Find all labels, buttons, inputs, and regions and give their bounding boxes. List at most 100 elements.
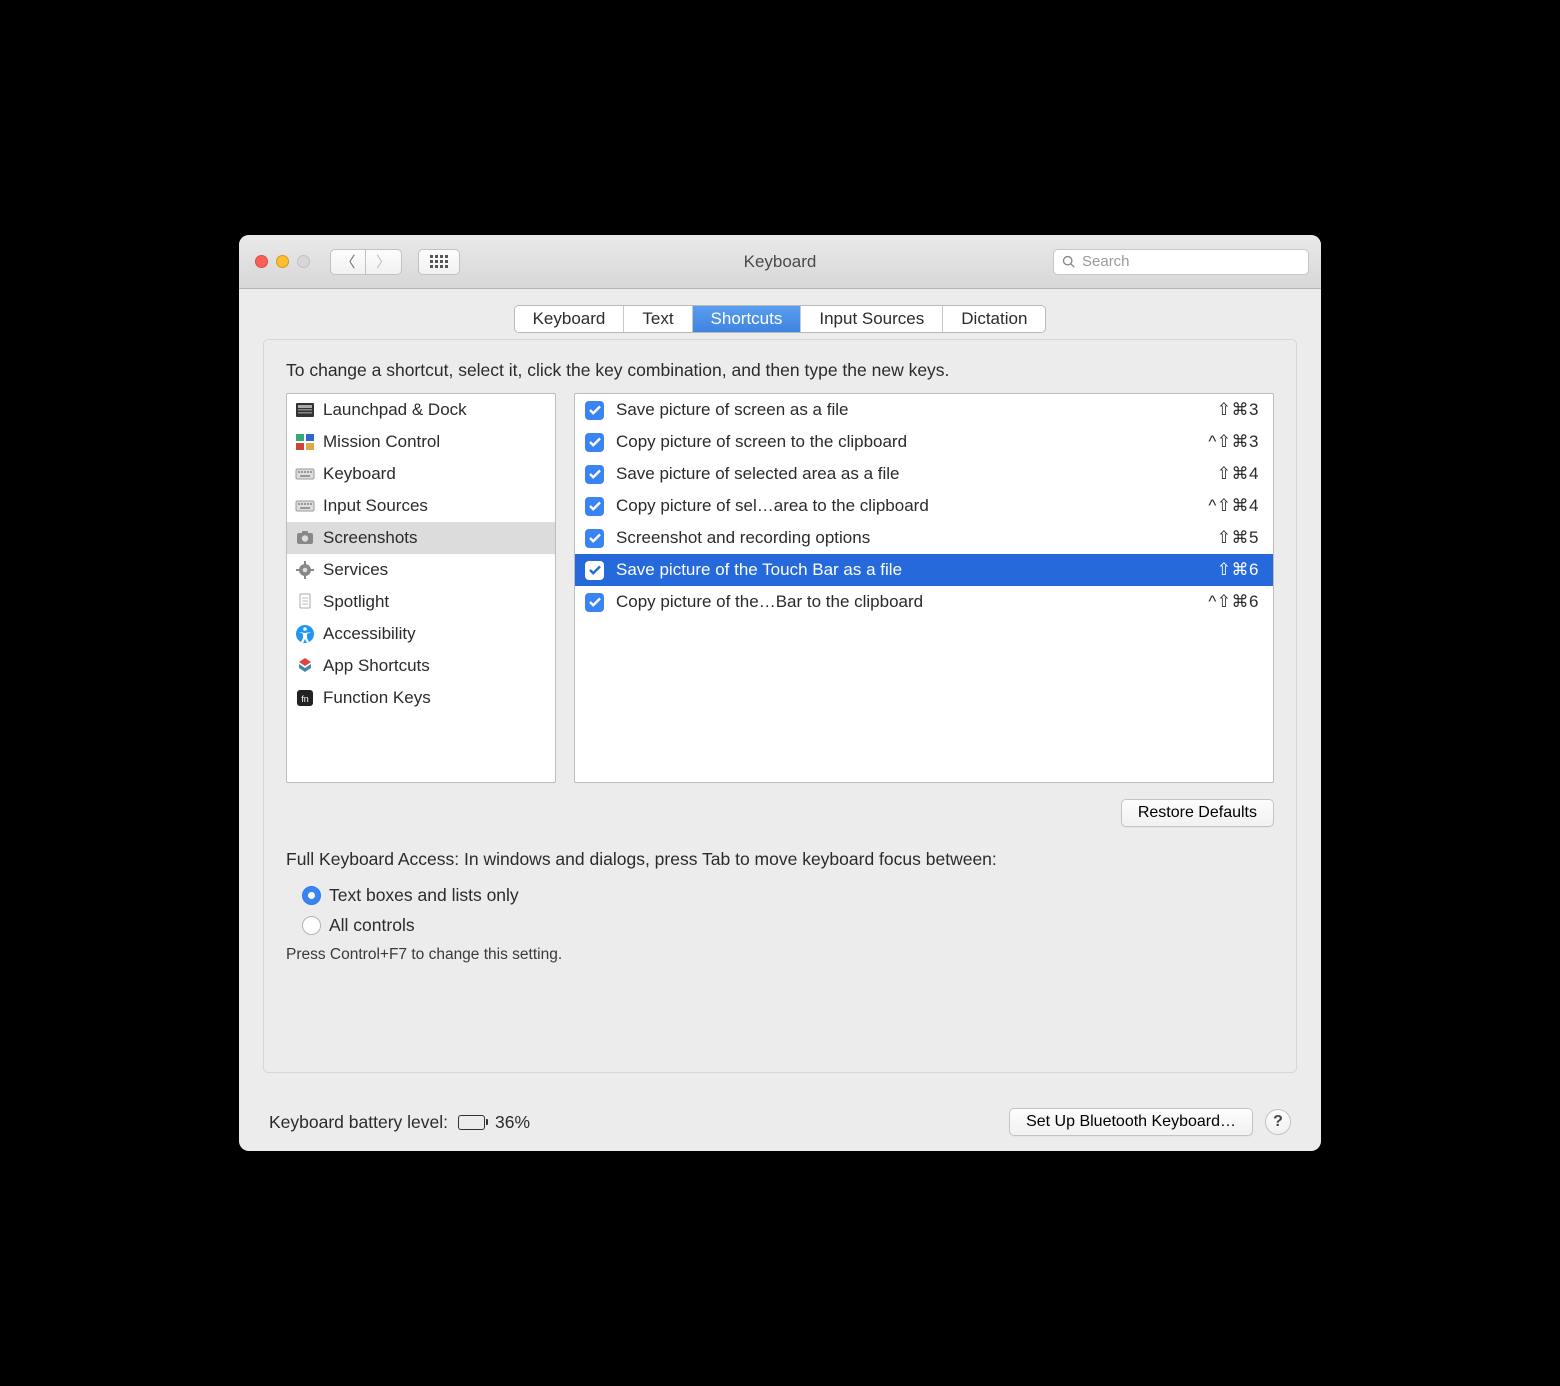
gear-icon [295, 560, 315, 580]
shortcut-label: Screenshot and recording options [616, 528, 1205, 548]
radio-button[interactable] [302, 916, 321, 935]
category-label: Input Sources [323, 496, 428, 516]
full-keyboard-access-text: Full Keyboard Access: In windows and dia… [286, 849, 1274, 870]
radio-button[interactable] [302, 886, 321, 905]
category-label: Spotlight [323, 592, 389, 612]
fka-note: Press Control+F7 to change this setting. [286, 946, 1274, 964]
checkbox[interactable] [585, 561, 604, 580]
shortcut-label: Copy picture of sel…area to the clipboar… [616, 496, 1196, 516]
camera-icon [295, 528, 315, 548]
fn-icon: fn [295, 688, 315, 708]
checkbox[interactable] [585, 529, 604, 548]
bluetooth-keyboard-button[interactable]: Set Up Bluetooth Keyboard… [1009, 1108, 1253, 1136]
radio-label: Text boxes and lists only [329, 885, 519, 906]
forward-button[interactable]: 〉 [366, 249, 402, 275]
zoom-button[interactable] [297, 255, 310, 268]
checkbox[interactable] [585, 433, 604, 452]
content-panel: To change a shortcut, select it, click t… [263, 339, 1297, 1073]
window: 〈 〉 Keyboard KeyboardTextShortcutsInput … [239, 235, 1321, 1151]
split-view: Launchpad & DockMission Control Keyboard I… [286, 393, 1274, 783]
footer: Keyboard battery level: 36% Set Up Bluet… [269, 1093, 1291, 1151]
tab-input-sources[interactable]: Input Sources [801, 306, 943, 332]
shortcut-row[interactable]: Save picture of screen as a file ⇧⌘3 [575, 394, 1273, 426]
category-spotlight[interactable]: Spotlight [287, 586, 555, 618]
shortcut-list[interactable]: Save picture of screen as a file ⇧⌘3 Copy … [574, 393, 1274, 783]
category-function-keys[interactable]: fn Function Keys [287, 682, 555, 714]
shortcut-label: Save picture of the Touch Bar as a file [616, 560, 1205, 580]
close-button[interactable] [255, 255, 268, 268]
tab-text[interactable]: Text [624, 306, 692, 332]
category-keyboard[interactable]: Keyboard [287, 458, 555, 490]
category-label: Keyboard [323, 464, 396, 484]
shortcut-row[interactable]: Copy picture of the…Bar to the clipboard… [575, 586, 1273, 618]
battery-icon [458, 1115, 485, 1130]
svg-text:fn: fn [301, 694, 309, 704]
category-services[interactable]: Services [287, 554, 555, 586]
app-icon [295, 656, 315, 676]
radio-option[interactable]: All controls [302, 910, 1274, 940]
shortcut-label: Save picture of screen as a file [616, 400, 1205, 420]
spotlight-icon [295, 592, 315, 612]
category-launchpad-dock[interactable]: Launchpad & Dock [287, 394, 555, 426]
shortcut-keys[interactable]: ⇧⌘5 [1217, 528, 1259, 548]
tab-keyboard[interactable]: Keyboard [515, 306, 625, 332]
battery-label: Keyboard battery level: [269, 1112, 448, 1133]
show-all-button[interactable] [418, 249, 460, 275]
category-input-sources[interactable]: Input Sources [287, 490, 555, 522]
radio-option[interactable]: Text boxes and lists only [302, 880, 1274, 910]
category-label: Function Keys [323, 688, 431, 708]
restore-defaults-button[interactable]: Restore Defaults [1121, 799, 1274, 827]
category-mission-control[interactable]: Mission Control [287, 426, 555, 458]
shortcut-keys[interactable]: ⇧⌘4 [1217, 464, 1259, 484]
shortcut-row[interactable]: Save picture of selected area as a file ⇧… [575, 458, 1273, 490]
keyboard-icon [295, 496, 315, 516]
search-field[interactable] [1053, 249, 1309, 275]
tab-dictation[interactable]: Dictation [943, 306, 1045, 332]
category-screenshots[interactable]: Screenshots [287, 522, 555, 554]
tabs: KeyboardTextShortcutsInput SourcesDictat… [514, 305, 1047, 333]
keyboard-icon [295, 464, 315, 484]
minimize-button[interactable] [276, 255, 289, 268]
back-button[interactable]: 〈 [330, 249, 366, 275]
checkbox[interactable] [585, 593, 604, 612]
checkbox[interactable] [585, 465, 604, 484]
mission-icon [295, 432, 315, 452]
search-input[interactable] [1082, 253, 1300, 270]
restore-row: Restore Defaults [286, 799, 1274, 827]
category-label: App Shortcuts [323, 656, 430, 676]
category-list[interactable]: Launchpad & DockMission Control Keyboard I… [286, 393, 556, 783]
checkbox[interactable] [585, 401, 604, 420]
shortcut-label: Save picture of selected area as a file [616, 464, 1205, 484]
window-controls [251, 255, 310, 268]
shortcut-keys[interactable]: ⇧⌘6 [1217, 560, 1259, 580]
instruction-text: To change a shortcut, select it, click t… [286, 360, 1274, 381]
shortcut-keys[interactable]: ⇧⌘3 [1217, 400, 1259, 420]
shortcut-row[interactable]: Copy picture of sel…area to the clipboar… [575, 490, 1273, 522]
tab-shortcuts[interactable]: Shortcuts [693, 306, 802, 332]
grid-icon [430, 255, 448, 268]
shortcut-row[interactable]: Save picture of the Touch Bar as a file ⇧… [575, 554, 1273, 586]
help-button[interactable]: ? [1265, 1109, 1291, 1135]
tabs-row: KeyboardTextShortcutsInput SourcesDictat… [239, 289, 1321, 333]
battery-percent: 36% [495, 1112, 530, 1133]
radio-label: All controls [329, 915, 415, 936]
category-app-shortcuts[interactable]: App Shortcuts [287, 650, 555, 682]
shortcut-row[interactable]: Copy picture of screen to the clipboard^… [575, 426, 1273, 458]
category-accessibility[interactable]: Accessibility [287, 618, 555, 650]
nav-buttons: 〈 〉 [330, 249, 402, 275]
chevron-right-icon: 〉 [376, 251, 391, 272]
shortcut-keys[interactable]: ^⇧⌘3 [1208, 432, 1259, 452]
shortcut-label: Copy picture of the…Bar to the clipboard [616, 592, 1196, 612]
shortcut-keys[interactable]: ^⇧⌘6 [1208, 592, 1259, 612]
category-label: Screenshots [323, 528, 418, 548]
shortcut-keys[interactable]: ^⇧⌘4 [1208, 496, 1259, 516]
battery-status: Keyboard battery level: 36% [269, 1112, 530, 1133]
radio-group: Text boxes and lists only All controls [302, 880, 1274, 940]
search-icon [1062, 255, 1076, 269]
launchpad-icon [295, 400, 315, 420]
toolbar: 〈 〉 Keyboard [239, 235, 1321, 289]
access-icon [295, 624, 315, 644]
shortcut-row[interactable]: Screenshot and recording options ⇧⌘5 [575, 522, 1273, 554]
category-label: Accessibility [323, 624, 416, 644]
checkbox[interactable] [585, 497, 604, 516]
